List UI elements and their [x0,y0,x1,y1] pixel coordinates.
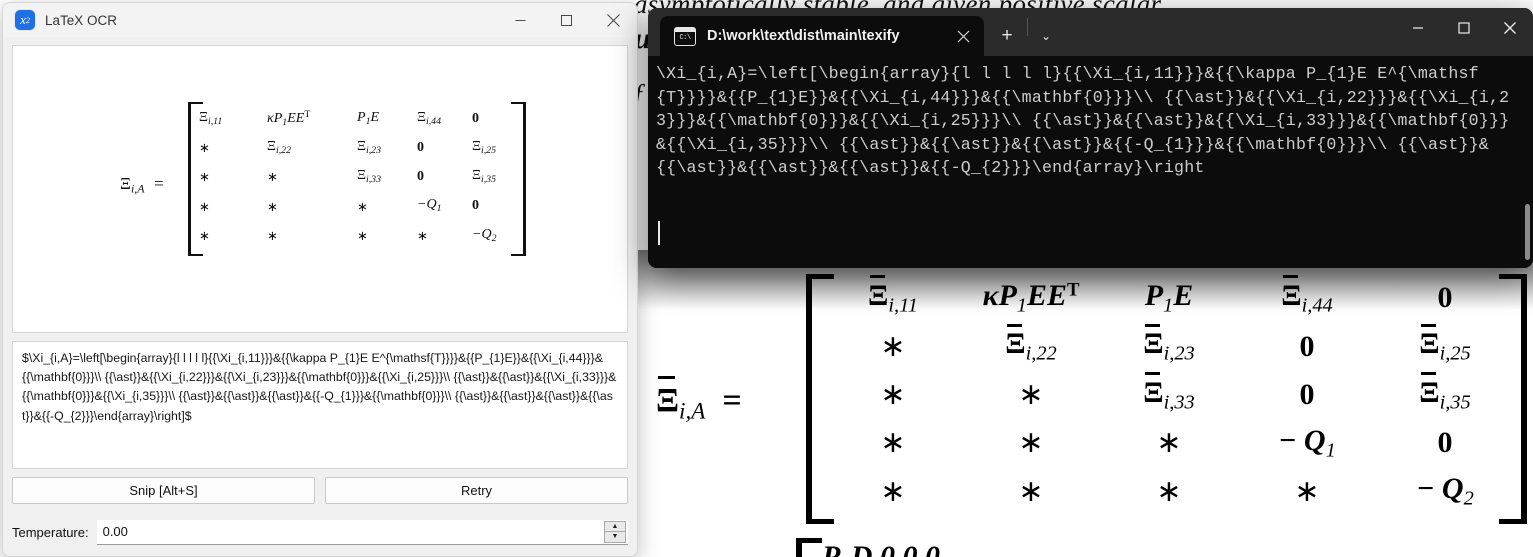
minimize-icon[interactable] [497,3,543,37]
matrix-cell: ∗ [199,169,210,185]
matrix-cell: 0 [1437,281,1453,315]
terminal-window-controls[interactable] [1395,8,1533,48]
matrix-cell: Ξi,25 [1419,323,1471,365]
matrix-cell: ∗ [1156,474,1182,508]
matrix-cell: ∗ [1156,426,1182,460]
matrix-cell: Ξi,44 [1281,275,1333,317]
matrix-cell: 0 [417,139,424,155]
maximize-icon[interactable] [543,3,589,37]
terminal-output-area[interactable]: \Xi_{i,A}=\left[\begin{array}{l l l l l}… [648,56,1533,268]
terminal-tab-title: D:\work\text\dist\main\texify [707,28,900,44]
matrix-cell: ∗ [1294,474,1320,508]
matrix-cell: ∗ [267,227,278,243]
latex-source-textarea[interactable]: $\Xi_{i,A}=\left[\begin{array}{l l l l l… [12,341,628,469]
matrix-cell: κP1EET [982,278,1080,317]
matrix-cell: ∗ [199,140,210,156]
matrix-cell: Ξi,23 [357,138,381,156]
matrix-cell: ∗ [417,227,428,243]
matrix-cell: ∗ [357,227,368,243]
matrix-cell: Ξi,35 [1419,372,1471,414]
ocr-action-buttons: Snip [Alt+S] Retry [12,477,628,506]
terminal-tab[interactable]: C:\ D:\work\text\dist\main\texify [660,16,984,56]
matrix-cell: Ξi,33 [1143,372,1195,414]
matrix-cell: Ξi,22 [1005,323,1057,365]
ocr-window-title: LaTeX OCR [45,12,118,28]
close-icon[interactable] [952,25,974,47]
temperature-row: Temperature: 0.00 ▲ ▼ [12,514,628,556]
matrix-cell: ∗ [267,198,278,214]
stepper-down-icon[interactable]: ▼ [604,532,626,543]
ocr-window-body: Ξi,A = Ξi,11 κP1EET P1E Ξi,44 0 ∗ Ξi,22 … [3,37,637,556]
matrix-cell: ∗ [1018,474,1044,508]
tab-bar-divider [1027,18,1028,36]
matrix-cell: Ξi,44 [417,109,441,127]
matrix-cell: ∗ [199,227,210,243]
preview-matrix-lhs: Ξi,A = [120,174,165,196]
matrix-cell: ∗ [880,426,906,460]
matrix-cell: ∗ [1018,426,1044,460]
snip-button[interactable]: Snip [Alt+S] [12,477,315,504]
temperature-input[interactable]: 0.00 ▲ ▼ [96,519,628,545]
latex-ocr-window[interactable]: x2 LaTeX OCR Ξi,A = Ξi,11 κP1EET P1E Ξi,… [2,2,638,557]
matrix-cell: Ξi,33 [357,168,381,186]
new-tab-button[interactable]: + [990,16,1024,56]
terminal-window[interactable]: C:\ D:\work\text\dist\main\texify + ⌄ \X… [648,8,1533,268]
matrix-cell: −Q1 [417,197,442,215]
retry-button[interactable]: Retry [325,477,628,504]
matrix-cell: Ξi,22 [267,138,291,156]
matrix-cell: ∗ [880,329,906,363]
matrix-cell: ∗ [880,474,906,508]
preview-matrix-grid: Ξi,11 κP1EET P1E Ξi,44 0 ∗ Ξi,22 Ξi,23 0… [199,104,517,250]
screen-root: asymptotically stable, and given positiv… [0,0,1533,557]
ocr-window-controls[interactable] [497,3,637,37]
matrix-cell: ∗ [199,198,210,214]
matrix-cell: κP1EET [267,108,311,128]
stepper-up-icon[interactable]: ▲ [604,520,626,532]
matrix-cell: − Q2 [1416,472,1474,510]
matrix-cell: Ξi,23 [1143,323,1195,365]
matrix-cell: ∗ [1018,377,1044,411]
chevron-down-icon[interactable]: ⌄ [1031,16,1061,56]
console-icon: C:\ [674,26,696,46]
matrix-cell: Ξi,11 [199,109,223,127]
temperature-stepper[interactable]: ▲ ▼ [604,520,626,543]
matrix-cell: Ξi,11 [868,275,918,317]
matrix-cell: 0 [1299,377,1315,411]
matrix-cell: 0 [1437,426,1453,460]
matrix-cell: Ξi,35 [472,168,496,186]
next-matrix-bracket [796,538,822,557]
matrix-cell: ∗ [357,198,368,214]
maximize-icon[interactable] [1441,8,1487,48]
close-icon[interactable] [589,3,637,37]
temperature-value: 0.00 [102,524,128,539]
document-matrix-grid: Ξi,11 κP1EET P1E Ξi,44 0 ∗ Ξi,22 Ξi,23 0… [824,274,1514,516]
matrix-cell: − Q1 [1278,423,1336,462]
minimize-icon[interactable] [1395,8,1441,48]
document-matrix: Ξi,A = Ξi,11 κP1EET P1E Ξi,44 0 ∗ Ξi,22 … [644,266,1533,557]
matrix-cell: Ξi,25 [472,138,496,156]
matrix-cell: ∗ [880,377,906,411]
matrix-cell: 0 [417,168,424,184]
terminal-cursor [658,221,660,245]
scrollbar-thumb[interactable] [1525,204,1530,260]
matrix-cell: −Q2 [472,226,497,244]
matrix-cell: 0 [472,110,479,126]
next-matrix-partial: P₁D 0 0 0 [796,538,1196,557]
preview-matrix: Ξi,A = Ξi,11 κP1EET P1E Ξi,44 0 ∗ Ξi,22 … [13,46,627,332]
document-matrix-lhs: Ξi,A = [656,375,742,425]
close-icon[interactable] [1487,8,1533,48]
matrix-cell: ∗ [267,169,278,185]
ocr-title-bar[interactable]: x2 LaTeX OCR [3,3,637,37]
matrix-cell: 0 [1299,329,1315,363]
matrix-cell: 0 [472,198,479,214]
terminal-tab-bar[interactable]: C:\ D:\work\text\dist\main\texify + ⌄ [648,8,1533,56]
temperature-label: Temperature: [12,524,89,540]
terminal-scrollbar[interactable] [1525,62,1530,262]
latex-preview-pane[interactable]: Ξi,A = Ξi,11 κP1EET P1E Ξi,44 0 ∗ Ξi,22 … [12,45,628,333]
terminal-output-text: \Xi_{i,A}=\left[\begin{array}{l l l l l}… [656,64,1510,177]
next-matrix-row: P₁D 0 0 0 [822,540,940,557]
matrix-cell: P1E [357,109,380,127]
app-logo-icon: x2 [15,10,35,30]
matrix-cell: P1E [1144,278,1194,317]
